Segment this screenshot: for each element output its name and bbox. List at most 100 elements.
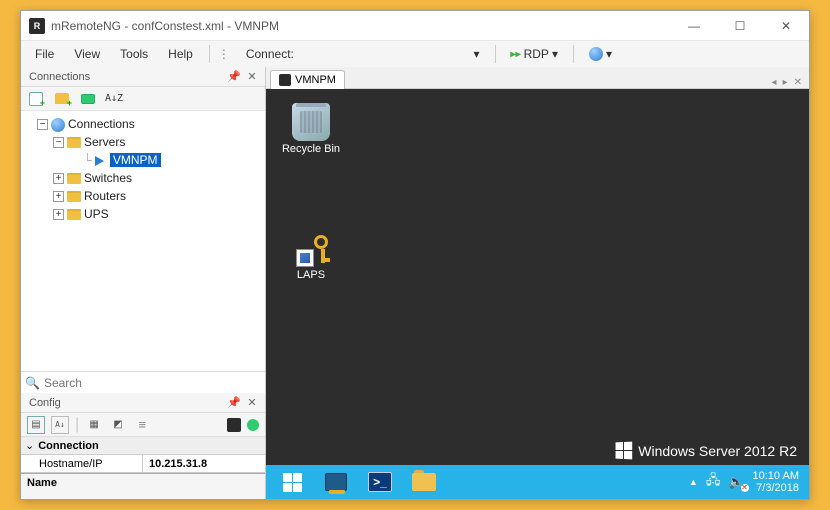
app-window: R mRemoteNG - confConstest.xml - VMNPM —… xyxy=(20,10,810,500)
tree-root-label: Connections xyxy=(68,117,135,131)
desktop-icon-label: Recycle Bin xyxy=(276,143,346,155)
tree-selected-label: VMNPM xyxy=(110,153,161,167)
panel-close-icon[interactable]: ✕ xyxy=(243,70,261,83)
group-collapse-icon[interactable]: ⌄ xyxy=(25,439,34,452)
connection-icon xyxy=(95,156,104,166)
search-icon: 🔍 xyxy=(25,376,40,390)
sort-button[interactable]: A↓Z xyxy=(105,90,123,108)
collapse-icon[interactable]: − xyxy=(37,119,48,130)
maximize-button[interactable]: ☐ xyxy=(717,11,763,41)
play-icon: ▸▸ xyxy=(511,49,521,60)
document-plus-icon xyxy=(29,92,43,106)
recycle-bin-icon xyxy=(292,103,330,141)
config-row-hostname[interactable]: Hostname/IP 10.215.31.8 xyxy=(21,455,265,473)
folder-icon xyxy=(67,209,81,220)
clock-time: 10:10 AM xyxy=(753,470,799,482)
desktop-icon-recycle-bin[interactable]: Recycle Bin xyxy=(276,103,346,155)
taskbar-clock[interactable]: 10:10 AM 7/3/2018 xyxy=(753,470,799,494)
connections-tree[interactable]: −Connections −Servers └ VMNPM +Swit xyxy=(21,111,265,371)
expand-icon[interactable]: + xyxy=(53,173,64,184)
connect-label: Connect: xyxy=(238,43,302,65)
right-column: VMNPM ◂ ▸ ✕ Recycle Bin LAPS xyxy=(266,67,809,499)
tree-label: UPS xyxy=(84,207,109,221)
remote-desktop-area[interactable]: Recycle Bin LAPS Windows Server 2012 R2 xyxy=(266,89,809,499)
menu-view[interactable]: View xyxy=(66,43,108,65)
host-dropdown[interactable]: ▾ xyxy=(404,44,487,64)
protocol-dropdown[interactable]: ▸▸ RDP ▾ xyxy=(504,44,565,64)
titlebar: R mRemoteNG - confConstest.xml - VMNPM —… xyxy=(21,11,809,41)
os-watermark: Windows Server 2012 R2 xyxy=(615,442,797,459)
tree-label: Switches xyxy=(84,171,132,185)
menu-tools[interactable]: Tools xyxy=(112,43,156,65)
taskbar-powershell[interactable]: >_ xyxy=(358,465,402,499)
pin-icon[interactable]: 📌 xyxy=(225,396,243,409)
network-icon[interactable]: 🖧 xyxy=(706,471,721,493)
menu-separator xyxy=(209,45,210,63)
tree-folder-ups[interactable]: + UPS xyxy=(53,205,265,223)
menu-help[interactable]: Help xyxy=(160,43,201,65)
collapse-icon[interactable]: − xyxy=(53,137,64,148)
alphabetical-button[interactable]: A↓ xyxy=(51,416,69,434)
windows-logo-icon xyxy=(616,442,633,460)
folder-icon xyxy=(67,137,81,148)
taskbar-server-manager[interactable] xyxy=(314,465,358,499)
desktop-icon-label: LAPS xyxy=(276,269,346,281)
new-folder-button[interactable] xyxy=(53,90,71,108)
config-panel-title: Config xyxy=(29,397,225,409)
pin-icon[interactable]: 📌 xyxy=(225,70,243,83)
volume-muted-icon[interactable]: 🔈 xyxy=(728,474,744,490)
protocol-label: RDP xyxy=(524,47,549,61)
close-button[interactable]: ✕ xyxy=(763,11,809,41)
tree-folder-switches[interactable]: + Switches xyxy=(53,169,265,187)
categorized-button[interactable]: ▤ xyxy=(27,416,45,434)
chevron-down-icon: ▾ xyxy=(552,47,558,61)
panel-close-icon[interactable]: ✕ xyxy=(243,396,261,409)
start-button[interactable] xyxy=(270,465,314,499)
minimize-button[interactable]: — xyxy=(671,11,717,41)
chevron-down-icon: ▾ xyxy=(606,47,612,61)
folder-icon xyxy=(67,173,81,184)
tray-overflow-button[interactable]: ▲ xyxy=(689,477,698,487)
config-description-area: Name xyxy=(21,473,265,499)
server-manager-icon xyxy=(325,473,347,491)
config-group-connection[interactable]: ⌄ Connection xyxy=(21,437,265,455)
watermark-text: Windows Server 2012 R2 xyxy=(638,443,797,459)
toolbar-separator xyxy=(573,45,574,63)
tree-folder-routers[interactable]: + Routers xyxy=(53,187,265,205)
tree-root[interactable]: −Connections −Servers └ VMNPM +Swit xyxy=(37,115,265,223)
tab-label: VMNPM xyxy=(295,74,336,86)
defaults-button[interactable]: ◩ xyxy=(109,416,127,434)
tab-next-button[interactable]: ▸ xyxy=(780,77,791,88)
config-panel-header: Config 📌 ✕ xyxy=(21,393,265,413)
app-icon: R xyxy=(29,18,45,34)
expand-icon[interactable]: + xyxy=(53,191,64,202)
session-tab-vmnpm[interactable]: VMNPM xyxy=(270,70,345,89)
tab-close-button[interactable]: ✕ xyxy=(791,77,805,88)
window-title: mRemoteNG - confConstest.xml - VMNPM xyxy=(45,19,671,33)
menu-file[interactable]: File xyxy=(27,43,62,65)
view-button[interactable] xyxy=(79,90,97,108)
left-column: Connections 📌 ✕ A↓Z −Connections xyxy=(21,67,266,499)
property-pages-button[interactable]: ≡ xyxy=(133,416,151,434)
expand-icon[interactable]: + xyxy=(53,209,64,220)
search-input[interactable] xyxy=(44,376,261,390)
config-prop-value[interactable]: 10.215.31.8 xyxy=(143,455,265,472)
icon-button[interactable] xyxy=(227,418,241,432)
tab-prev-button[interactable]: ◂ xyxy=(769,77,780,88)
desktop-icon-laps[interactable]: LAPS xyxy=(276,229,346,281)
config-desc-title: Name xyxy=(27,477,259,489)
tree-node-vmnpm[interactable]: └ VMNPM xyxy=(69,151,265,169)
tree-label: Routers xyxy=(84,189,126,203)
connections-panel-title: Connections xyxy=(29,71,225,83)
taskbar-explorer[interactable] xyxy=(402,465,446,499)
globe-icon xyxy=(589,47,603,61)
laps-icon xyxy=(292,229,330,267)
tab-strip: VMNPM ◂ ▸ ✕ xyxy=(266,67,809,89)
globe-dropdown[interactable]: ▾ xyxy=(582,44,619,64)
properties-button[interactable]: ▦ xyxy=(85,416,103,434)
tree-folder-servers[interactable]: −Servers └ VMNPM xyxy=(53,133,265,169)
new-connection-button[interactable] xyxy=(27,90,45,108)
toolbar-grip-icon: ⋮ xyxy=(218,47,230,61)
session-icon xyxy=(279,74,291,86)
display-icon xyxy=(81,94,95,104)
